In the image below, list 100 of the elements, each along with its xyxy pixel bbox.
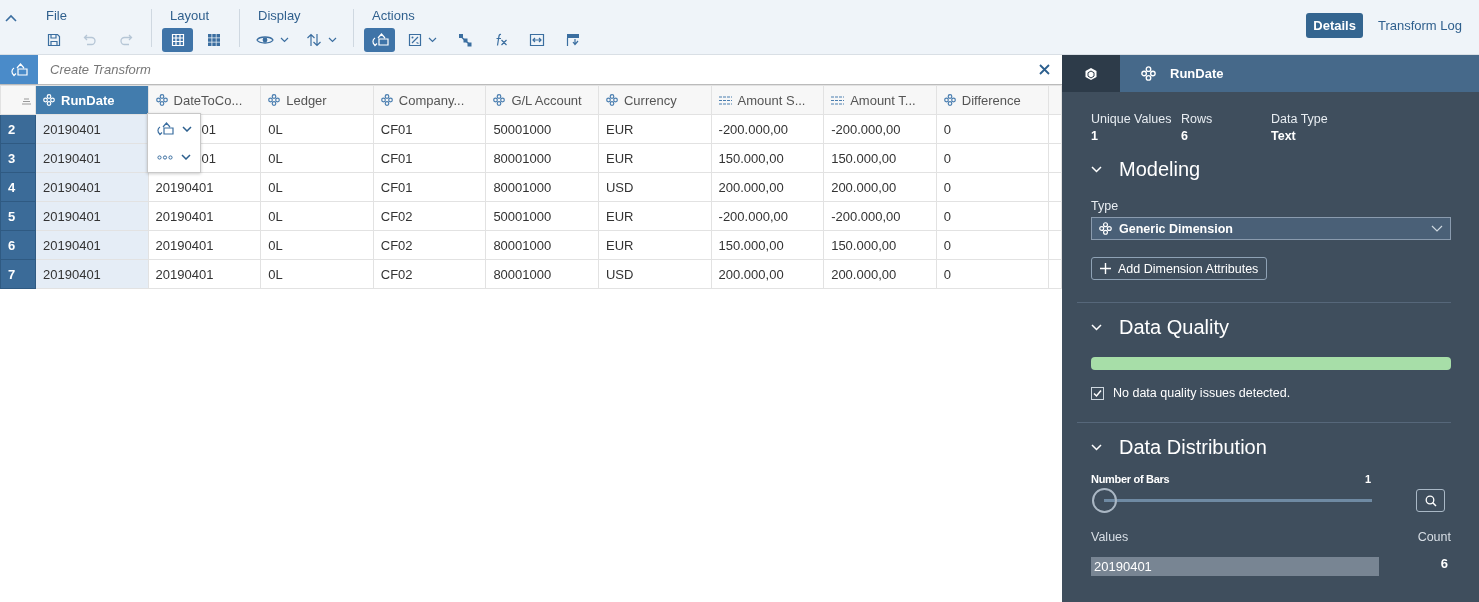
plus-icon xyxy=(1100,263,1111,274)
column-label: Values xyxy=(1091,530,1129,544)
table-cell: 0L xyxy=(260,259,374,289)
toolbar-button[interactable] xyxy=(162,28,193,52)
dimension-icon xyxy=(1099,222,1112,235)
rows-icon xyxy=(22,97,31,105)
chevron-icon[interactable] xyxy=(1091,323,1102,331)
value-count: 6 xyxy=(1440,556,1448,571)
table-cell: 150.000,00 xyxy=(823,143,937,173)
caret-icon xyxy=(327,37,337,43)
type-dropdown[interactable]: Generic Dimension xyxy=(1091,217,1451,240)
checkbox[interactable] xyxy=(1091,386,1104,400)
dimension-icon xyxy=(268,93,281,106)
table-cell: 80001000 xyxy=(485,230,599,260)
row-number[interactable]: 6 xyxy=(0,230,36,260)
layout-icon xyxy=(565,33,580,47)
table-cell: 20190401 xyxy=(35,143,149,173)
caret-icon xyxy=(182,126,192,132)
dimension-icon xyxy=(155,93,168,106)
caret-icon xyxy=(427,37,437,43)
stat-value: Text xyxy=(1271,128,1297,145)
slider-value: 1 xyxy=(1364,473,1371,485)
table-cell: -200.000,00 xyxy=(711,201,824,231)
model-tab[interactable] xyxy=(1062,55,1120,92)
search-button[interactable] xyxy=(1416,489,1445,512)
table-cell: -200.000,00 xyxy=(711,114,824,144)
column-header[interactable]: G/L Account xyxy=(485,85,599,115)
table-cell: EUR xyxy=(598,114,712,144)
slider-thumb[interactable] xyxy=(1092,488,1117,513)
collapse-icon[interactable] xyxy=(5,14,17,22)
measure-icon xyxy=(718,95,732,106)
quality-message: No data quality issues detected. xyxy=(1113,386,1291,400)
table-cell: CF02 xyxy=(373,201,486,231)
column-header[interactable]: DateToCo... xyxy=(148,85,261,115)
table-cell: 200.000,00 xyxy=(823,172,937,202)
dimension-icon xyxy=(43,93,55,106)
table-cell: CF02 xyxy=(373,259,486,289)
row-number[interactable]: 5 xyxy=(0,201,36,231)
select-all-handle[interactable] xyxy=(0,85,36,115)
table-cell: 200.000,00 xyxy=(711,172,824,202)
table-cell: 20190401 xyxy=(35,259,149,289)
table-cell: 200.000,00 xyxy=(711,259,824,289)
table-cell: 20190401 xyxy=(148,259,261,289)
transform-icon xyxy=(156,122,174,136)
dropdown-value: Generic Dimension xyxy=(1119,221,1234,236)
table-cell: 0 xyxy=(936,143,1049,173)
dimension-icon xyxy=(943,93,956,106)
eye-icon xyxy=(255,34,274,46)
dimension-icon xyxy=(380,93,393,106)
row-number[interactable]: 4 xyxy=(0,172,36,202)
group-label: File xyxy=(46,8,68,23)
chevron-icon[interactable] xyxy=(1091,165,1102,173)
table-cell: 150.000,00 xyxy=(823,230,937,260)
more-icon xyxy=(157,154,173,160)
table-cell: 20190401 xyxy=(148,201,261,231)
table-cell: EUR xyxy=(598,201,712,231)
table-cell: 20190401 xyxy=(35,114,149,144)
table-cell: 0 xyxy=(936,230,1049,260)
table-cell: 80001000 xyxy=(485,259,599,289)
column-header[interactable]: Difference xyxy=(936,85,1049,115)
table-cell: USD xyxy=(598,259,712,289)
table-cell: 0L xyxy=(260,143,374,173)
stat-value: 6 xyxy=(1181,128,1189,145)
column-header[interactable]: Company... xyxy=(373,85,486,115)
row-number[interactable]: 7 xyxy=(0,259,36,289)
table-cell: 0L xyxy=(260,230,374,260)
transform-button[interactable] xyxy=(0,55,38,84)
row-number[interactable]: 3 xyxy=(0,143,36,173)
table-cell: -200.000,00 xyxy=(823,201,937,231)
table-cell: EUR xyxy=(598,143,712,173)
table-cell: 0L xyxy=(260,172,374,202)
row-number[interactable]: 2 xyxy=(0,114,36,144)
fit-icon xyxy=(528,33,545,47)
view-tab[interactable]: Details xyxy=(1306,13,1363,38)
close-icon[interactable] xyxy=(1039,64,1050,75)
table-cell: 80001000 xyxy=(485,172,599,202)
section-title: Modeling xyxy=(1119,157,1201,181)
slider-label: Number of Bars xyxy=(1091,473,1170,485)
section-title: Data Quality xyxy=(1119,315,1230,339)
column-header[interactable]: Ledger xyxy=(260,85,374,115)
column-header[interactable]: Currency xyxy=(598,85,712,115)
add-attributes-button[interactable]: Add Dimension Attributes xyxy=(1091,257,1268,280)
table-cell: 0 xyxy=(936,114,1049,144)
transform-input[interactable]: Create Transform xyxy=(38,55,1039,84)
table-cell: USD xyxy=(598,172,712,202)
view-tab[interactable]: Transform Log xyxy=(1370,13,1469,38)
transform-icon xyxy=(10,62,28,77)
column-header[interactable]: RunDate xyxy=(35,85,149,115)
table-cell: 0L xyxy=(260,114,374,144)
group-label: Layout xyxy=(170,8,211,23)
table-cell: 20190401 xyxy=(148,230,261,260)
chevron-icon[interactable] xyxy=(1091,443,1102,451)
floppy-icon xyxy=(46,33,61,47)
table-cell: 150.000,00 xyxy=(711,230,824,260)
table-cell: -200.000,00 xyxy=(823,114,937,144)
table-cell: 80001000 xyxy=(485,143,599,173)
column-header[interactable]: Amount S... xyxy=(711,85,824,115)
hierarchy-icon xyxy=(457,33,472,47)
column-header[interactable]: Amount T... xyxy=(823,85,937,115)
toolbar-button[interactable] xyxy=(364,28,395,52)
